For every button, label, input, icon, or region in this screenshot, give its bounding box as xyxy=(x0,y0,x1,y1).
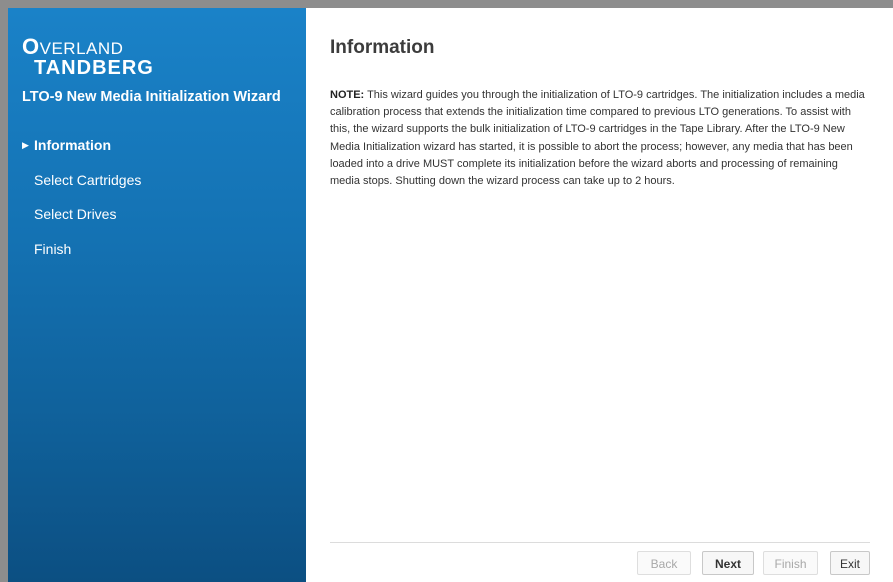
step-label: Select Cartridges xyxy=(34,171,142,188)
back-button[interactable]: Back xyxy=(637,551,691,575)
step-select-cartridges[interactable]: Select Cartridges xyxy=(8,171,306,206)
step-select-drives[interactable]: Select Drives xyxy=(8,205,306,240)
step-label: Finish xyxy=(34,240,72,257)
caret-right-icon: ▶ xyxy=(22,140,29,150)
step-label: Select Drives xyxy=(34,206,117,222)
page-title: Information xyxy=(330,37,435,58)
note-body: This wizard guides you through the initi… xyxy=(330,89,865,188)
wizard-steps-nav: ▶ Information Select Cartridges Select D… xyxy=(8,136,306,274)
footer-divider xyxy=(330,542,870,543)
wizard-window: OVERLAND TANDBERG LTO-9 New Media Initia… xyxy=(8,8,893,582)
step-information[interactable]: ▶ Information xyxy=(8,136,306,171)
note-text: NOTE: This wizard guides you through the… xyxy=(330,87,870,190)
next-button[interactable]: Next xyxy=(702,551,754,575)
step-finish[interactable]: Finish xyxy=(8,240,306,275)
sidebar: OVERLAND TANDBERG LTO-9 New Media Initia… xyxy=(8,8,306,582)
note-label: NOTE: xyxy=(330,89,365,101)
overland-tandberg-logo: OVERLAND TANDBERG xyxy=(22,34,154,79)
main-content: Information NOTE: This wizard guides you… xyxy=(306,8,893,582)
finish-button[interactable]: Finish xyxy=(763,551,818,575)
wizard-title: LTO-9 New Media Initialization Wizard xyxy=(22,89,281,105)
step-label: Information xyxy=(34,137,111,153)
exit-button[interactable]: Exit xyxy=(830,551,870,575)
